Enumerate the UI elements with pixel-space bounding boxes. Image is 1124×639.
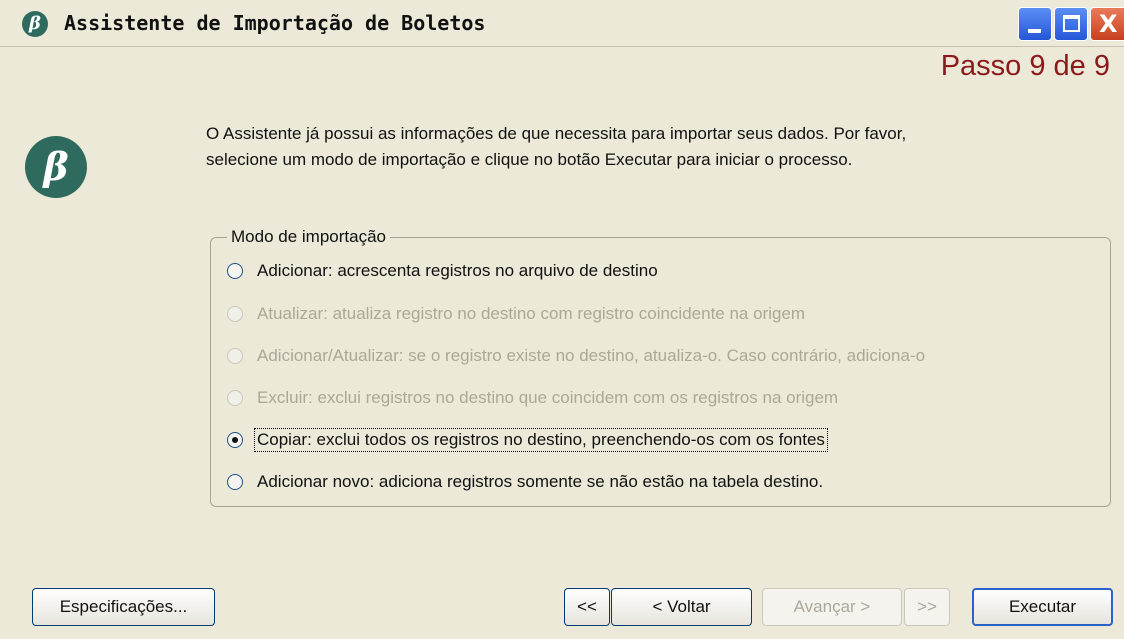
minimize-button[interactable] (1018, 7, 1052, 41)
next-button: Avançar > (762, 588, 902, 626)
option-label[interactable]: Adicionar novo: adiciona registros somen… (257, 471, 823, 493)
maximize-button[interactable] (1054, 7, 1088, 41)
import-mode-legend: Modo de importação (227, 227, 390, 247)
minimize-icon (1028, 29, 1041, 33)
option-label[interactable]: Adicionar: acrescenta registros no arqui… (257, 260, 658, 282)
radio-copiar[interactable] (227, 432, 243, 448)
option-label: Excluir: exclui registros no destino que… (257, 388, 839, 407)
radio-atualizar (227, 306, 243, 322)
radio-adicionar[interactable] (227, 263, 243, 279)
option-label[interactable]: Copiar: exclui todos os registros no des… (254, 428, 828, 452)
step-indicator: Passo 9 de 9 (940, 50, 1110, 82)
option-label: Adicionar/Atualizar: se o registro exist… (257, 346, 926, 365)
window-title: Assistente de Importação de Boletos (64, 11, 486, 35)
execute-button[interactable]: Executar (972, 588, 1113, 626)
first-step-button[interactable]: << (564, 588, 610, 626)
radio-selected-dot (232, 437, 238, 443)
option-label: Atualizar: atualiza registro no destino … (257, 304, 806, 323)
maximize-icon (1063, 15, 1080, 32)
back-button[interactable]: < Voltar (611, 588, 752, 626)
last-step-button: >> (904, 588, 950, 626)
radio-adicionar-novo[interactable] (227, 474, 243, 490)
import-mode-group: Modo de importação Adicionar: acrescenta… (210, 227, 1111, 507)
close-icon: X (1099, 10, 1118, 38)
import-wizard-window: β Assistente de Importação de Boletos X … (0, 0, 1124, 639)
title-bar[interactable]: β Assistente de Importação de Boletos X (0, 0, 1124, 47)
wizard-description: O Assistente já possui as informações de… (206, 121, 1086, 173)
specifications-button[interactable]: Especificações... (32, 588, 215, 626)
description-line: selecione um modo de importação e clique… (206, 150, 853, 169)
radio-adicionar-atualizar (227, 348, 243, 364)
wizard-logo-icon: β (25, 136, 87, 198)
radio-excluir (227, 390, 243, 406)
close-button[interactable]: X (1090, 7, 1124, 41)
app-logo-icon[interactable]: β (22, 11, 48, 37)
description-line: O Assistente já possui as informações de… (206, 124, 907, 143)
